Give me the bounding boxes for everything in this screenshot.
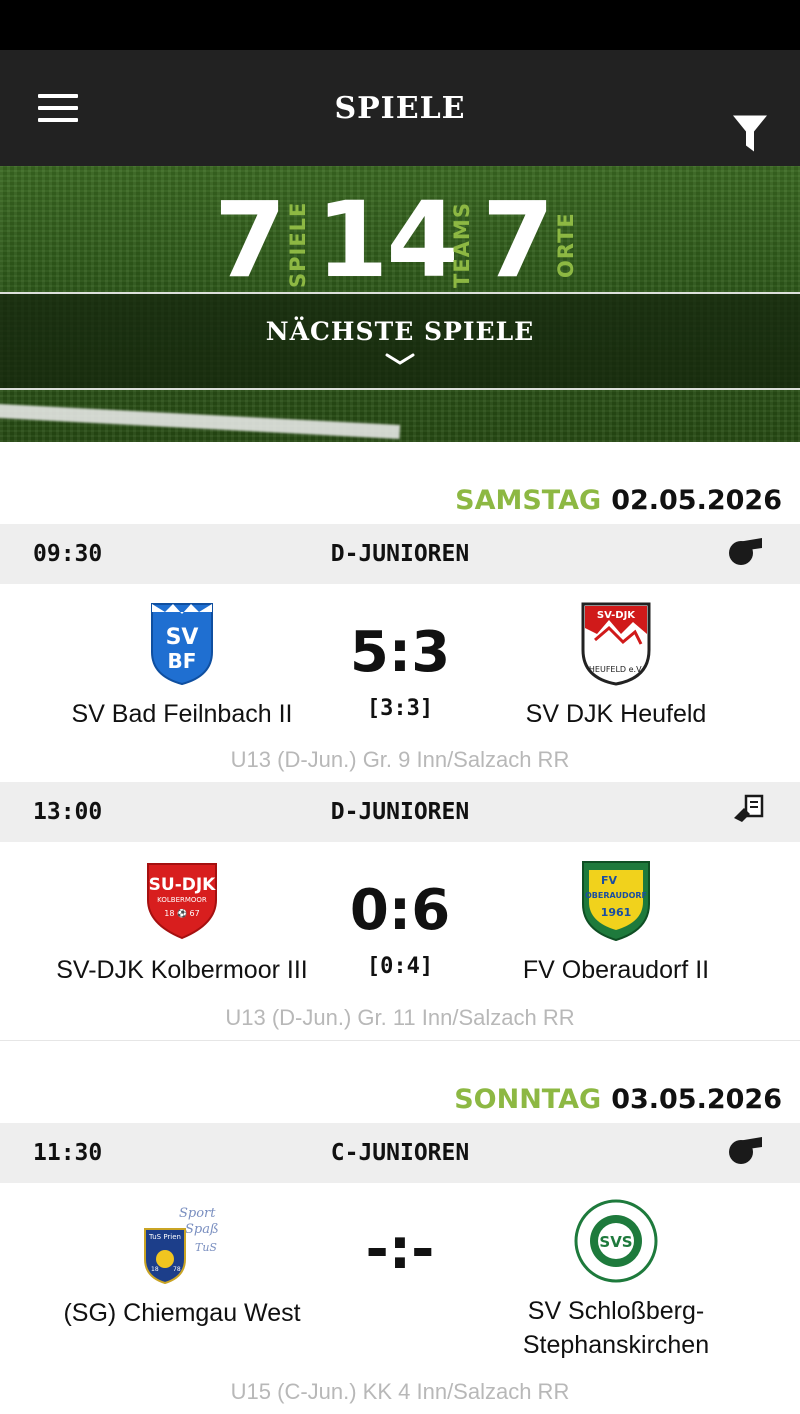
svg-text:FV: FV xyxy=(601,874,618,887)
stat-games-value: 7 xyxy=(214,179,286,301)
page-title: SPIELE xyxy=(334,90,466,126)
hamburger-icon xyxy=(38,94,78,98)
filter-button[interactable] xyxy=(732,114,768,159)
crest-sv-djk-heufeld: SV-DJK HEUFELD e.V. xyxy=(581,602,651,686)
date-value: 03.05.2026 xyxy=(611,1084,782,1115)
date-weekday: SAMSTAG xyxy=(455,485,602,516)
hamburger-icon-line xyxy=(38,106,78,110)
away-team: SVS SV Schloßberg-Stephanskirchen xyxy=(446,1199,786,1363)
hero-banner: 7 SPIELE 14 TEAMS 7 ORTE NÄCHSTE SPIELE xyxy=(0,166,800,442)
hamburger-icon-line xyxy=(38,118,78,122)
next-games-toggle[interactable]: NÄCHSTE SPIELE xyxy=(0,292,800,390)
stat-teams-label: TEAMS xyxy=(450,202,474,288)
match-header: 13:00 D-JUNIOREN xyxy=(0,782,800,842)
filter-icon xyxy=(733,115,767,152)
crest-fv-oberaudorf: FV OBERAUDORF 1961 xyxy=(582,861,650,942)
whistle-icon xyxy=(728,1135,764,1171)
date-header: SAMSTAG 02.05.2026 xyxy=(0,442,800,524)
svg-text:SV-DJK: SV-DJK xyxy=(597,610,636,621)
status-bar xyxy=(0,0,800,50)
league-name: U13 (D-Jun.) Gr. 11 Inn/Salzach RR xyxy=(225,1005,575,1030)
svg-text:HEUFELD e.V.: HEUFELD e.V. xyxy=(589,665,643,674)
stats-panel: 7 SPIELE 14 TEAMS 7 ORTE xyxy=(0,176,800,292)
match-card[interactable]: SV BF SV Bad Feilnbach II 5:3 [3:3] SV-D… xyxy=(0,584,800,782)
referee-report-icon xyxy=(732,794,764,830)
match-list: SAMSTAG 02.05.2026 09:30 D-JUNIOREN SV B… xyxy=(0,442,800,1413)
league-name: U13 (D-Jun.) Gr. 9 Inn/Salzach RR xyxy=(230,747,570,772)
menu-button[interactable] xyxy=(38,94,78,124)
home-team-name: (SG) Chiemgau West xyxy=(63,1299,301,1327)
away-team-name: SV DJK Heufeld xyxy=(525,700,707,728)
league-name: U15 (C-Jun.) KK 4 Inn/Salzach RR xyxy=(230,1379,570,1404)
stat-locations-value: 7 xyxy=(482,179,554,301)
svg-text:OBERAUDORF: OBERAUDORF xyxy=(585,891,647,900)
stat-teams-value: 14 xyxy=(316,179,459,301)
svg-text:1961: 1961 xyxy=(601,906,632,919)
chevron-down-icon xyxy=(385,353,415,365)
svg-text:SVS: SVS xyxy=(599,1233,632,1251)
match-header: 11:30 C-JUNIOREN xyxy=(0,1123,800,1183)
next-games-label: NÄCHSTE SPIELE xyxy=(265,316,535,346)
field-line xyxy=(0,403,401,439)
match-category: D-JUNIOREN xyxy=(330,541,470,567)
match-card[interactable]: SU-DJK KOLBERMOOR 18 ⚽ 67 SV-DJK Kolberm… xyxy=(0,842,800,1040)
date-header: SONNTAG 03.05.2026 xyxy=(0,1041,800,1123)
away-team-name: SV Schloßberg-Stephanskirchen xyxy=(522,1297,710,1359)
date-weekday: SONNTAG xyxy=(454,1084,602,1115)
app-header: SPIELE xyxy=(0,50,800,166)
crest-sv-schlossberg-stephanskirchen: SVS xyxy=(574,1199,658,1283)
match-category: D-JUNIOREN xyxy=(330,799,470,825)
match-header: 09:30 D-JUNIOREN xyxy=(0,524,800,584)
away-team-name: FV Oberaudorf II xyxy=(522,956,710,984)
match-category: C-JUNIOREN xyxy=(330,1140,470,1166)
date-value: 02.05.2026 xyxy=(611,485,782,516)
stat-games-label: SPIELE xyxy=(286,201,310,288)
whistle-icon xyxy=(728,536,764,572)
away-team: SV-DJK HEUFELD e.V. SV DJK Heufeld xyxy=(446,600,786,732)
match-card[interactable]: Sport Spaß TuS TuS Prien 18 78 (SG) Chie… xyxy=(0,1183,800,1413)
stat-locations-label: ORTE xyxy=(554,212,578,278)
away-team: FV OBERAUDORF 1961 FV Oberaudorf II xyxy=(446,858,786,988)
